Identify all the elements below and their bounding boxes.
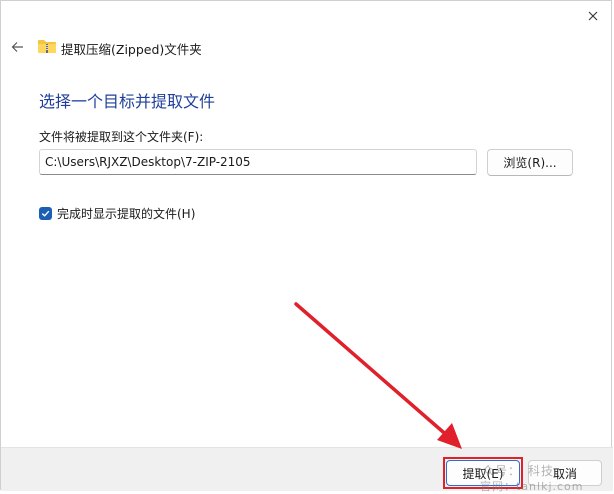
annotation-arrow [294, 302, 462, 449]
